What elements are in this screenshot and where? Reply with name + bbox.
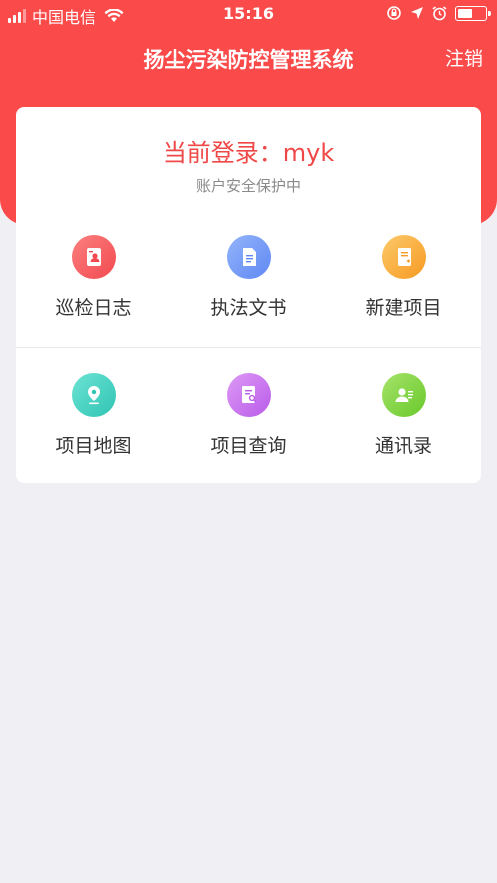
page-title: 扬尘污染防控管理系统 [143,48,354,72]
alarm-icon [432,5,447,20]
main-card: 当前登录：myk 账户安全保护中 巡检日志 执法文书 新建项目 项目地图 项目查… [16,107,481,483]
status-bar: 中国电信 15:16 [0,0,497,28]
contacts-icon [381,373,426,417]
menu-label: 新建项目 [365,297,442,319]
status-right [386,5,491,21]
logout-button[interactable]: 注销 [445,44,483,71]
divider [16,347,481,348]
menu-item-enforcement-document[interactable]: 执法文书 [171,235,326,320]
menu-item-contacts[interactable]: 通讯录 [326,373,481,458]
menu-item-patrol-log[interactable]: 巡检日志 [16,235,171,320]
location-icon [411,7,423,19]
menu-item-new-project[interactable]: 新建项目 [326,235,481,320]
search-document-icon [226,373,271,417]
menu-label: 巡检日志 [55,297,132,319]
menu-item-project-query[interactable]: 项目查询 [171,373,326,458]
rotation-lock-icon [387,6,401,20]
security-note: 账户安全保护中 [195,177,301,195]
menu-label: 通讯录 [374,435,432,457]
map-pin-icon [71,373,116,417]
menu-label: 项目查询 [210,435,287,457]
menu-row-1: 巡检日志 执法文书 新建项目 [16,235,481,320]
menu-item-project-map[interactable]: 项目地图 [16,373,171,458]
menu-row-2: 项目地图 项目查询 通讯录 [16,373,481,458]
document-icon [226,235,271,279]
menu-label: 执法文书 [210,297,287,319]
menu-label: 项目地图 [55,435,132,457]
new-project-icon [381,235,426,279]
battery-icon [455,5,491,21]
current-login-text: 当前登录：myk [162,139,335,167]
patrol-log-icon [71,235,116,279]
